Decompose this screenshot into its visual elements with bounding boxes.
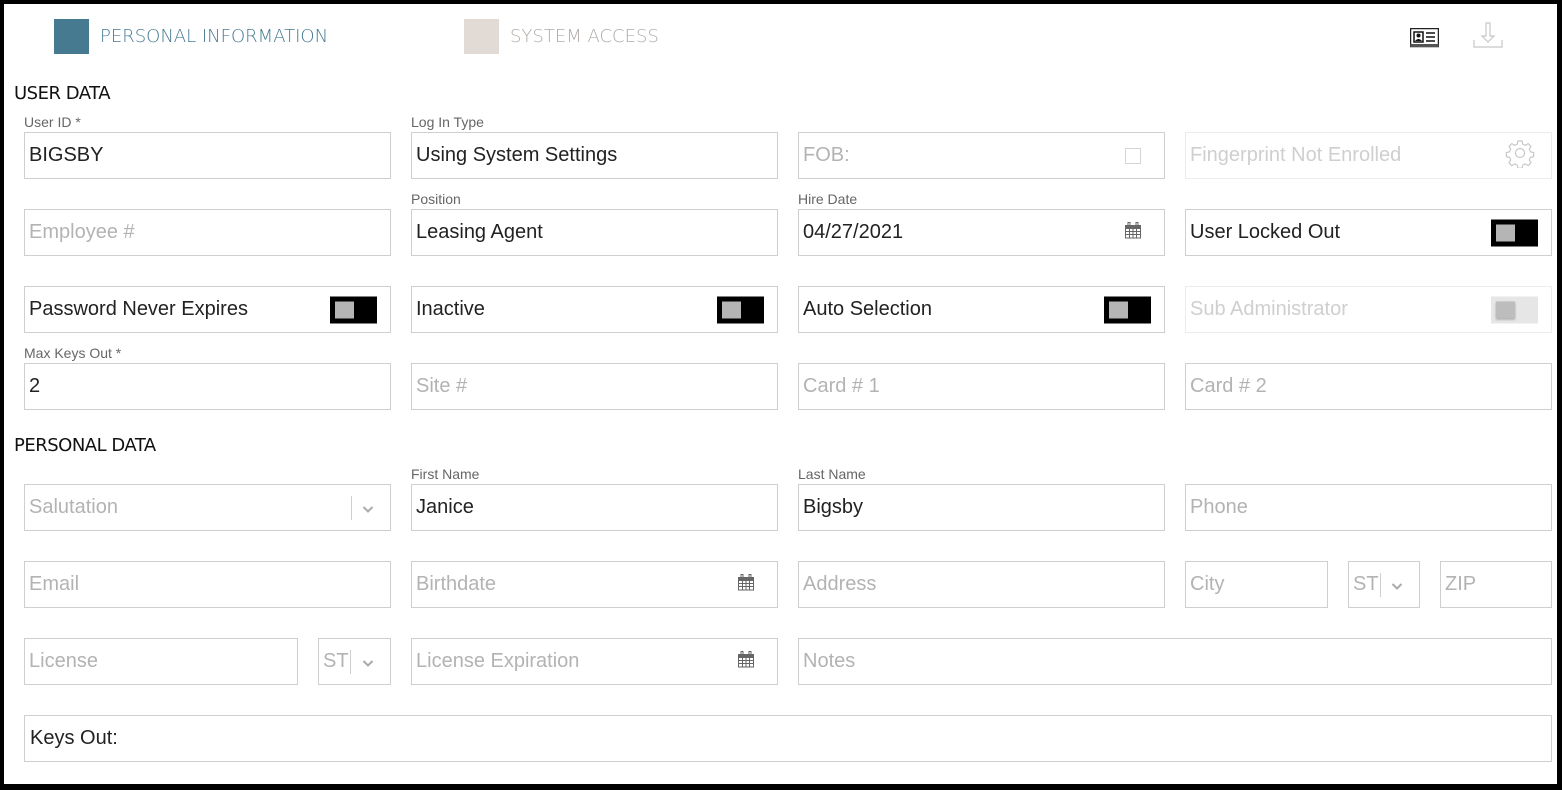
sub-administrator-field: Sub Administrator — [1185, 286, 1552, 333]
email-field[interactable] — [24, 561, 391, 608]
keys-out-field: Keys Out: — [24, 715, 1552, 762]
chevron-down-icon[interactable] — [362, 650, 374, 673]
section-title-personal-data: PERSONAL DATA — [14, 435, 156, 456]
gear-icon[interactable] — [1505, 138, 1535, 174]
chevron-down-icon[interactable] — [362, 496, 374, 519]
personal-information-panel: PERSONAL INFORMATION SYSTEM ACCESS USER … — [4, 4, 1557, 784]
log-in-type-field[interactable]: Using System Settings — [411, 132, 778, 179]
state-placeholder: ST — [1353, 573, 1379, 595]
license-expiration-placeholder: License Expiration — [416, 650, 580, 672]
password-never-expires-field: Password Never Expires — [24, 286, 391, 333]
position-field[interactable]: Leasing Agent — [411, 209, 778, 256]
last-name-label: Last Name — [798, 466, 866, 482]
download-icon[interactable] — [1473, 21, 1503, 49]
last-name-field[interactable]: Bigsby — [798, 484, 1165, 531]
notes-field[interactable] — [798, 638, 1552, 685]
calendar-icon[interactable] — [1124, 221, 1142, 245]
first-name-value: Janice — [416, 496, 474, 518]
keys-out-label: Keys Out: — [30, 727, 118, 749]
inactive-label: Inactive — [416, 298, 485, 320]
user-locked-out-label: User Locked Out — [1190, 221, 1341, 243]
fingerprint-status: Fingerprint Not Enrolled — [1190, 144, 1402, 166]
auto-selection-field: Auto Selection — [798, 286, 1165, 333]
salutation-placeholder: Salutation — [29, 496, 118, 518]
license-expiration-field[interactable]: License Expiration — [411, 638, 778, 685]
user-id-field[interactable]: BIGSBY — [24, 132, 391, 179]
hire-date-field[interactable]: 04/27/2021 — [798, 209, 1165, 256]
select-separator — [351, 496, 352, 520]
license-field[interactable] — [24, 638, 298, 685]
tab-indicator — [464, 18, 499, 54]
inactive-toggle[interactable] — [717, 296, 764, 323]
position-label: Position — [411, 191, 461, 207]
employee-number-input[interactable] — [29, 221, 390, 244]
city-field[interactable] — [1185, 561, 1328, 608]
zip-field[interactable] — [1440, 561, 1552, 608]
user-id-label: User ID * — [24, 114, 81, 130]
zip-input[interactable] — [1445, 573, 1551, 596]
max-keys-out-value: 2 — [29, 375, 41, 397]
tab-label: SYSTEM ACCESS — [510, 25, 659, 47]
user-locked-out-field: User Locked Out — [1185, 209, 1552, 256]
section-title-user-data: USER DATA — [14, 83, 111, 104]
tab-personal-information[interactable]: PERSONAL INFORMATION — [54, 18, 329, 54]
calendar-icon[interactable] — [737, 573, 755, 597]
city-input[interactable] — [1190, 573, 1327, 596]
log-in-type-label: Log In Type — [411, 114, 484, 130]
user-locked-out-toggle[interactable] — [1491, 219, 1538, 246]
log-in-type-value: Using System Settings — [416, 144, 618, 166]
last-name-value: Bigsby — [803, 496, 864, 518]
auto-selection-label: Auto Selection — [803, 298, 932, 320]
card-2-field[interactable] — [1185, 363, 1552, 410]
license-state-placeholder: ST — [323, 650, 349, 672]
password-never-expires-toggle[interactable] — [330, 296, 377, 323]
first-name-field[interactable]: Janice — [411, 484, 778, 531]
hire-date-value: 04/27/2021 — [803, 221, 904, 243]
phone-input[interactable] — [1190, 496, 1551, 519]
select-separator — [1380, 573, 1381, 597]
position-value: Leasing Agent — [416, 221, 543, 243]
card-1-field[interactable] — [798, 363, 1165, 410]
phone-field[interactable] — [1185, 484, 1552, 531]
id-card-icon[interactable] — [1409, 27, 1440, 48]
birthdate-placeholder: Birthdate — [416, 573, 497, 595]
address-field[interactable] — [798, 561, 1165, 608]
card-2-input[interactable] — [1190, 375, 1551, 398]
first-name-label: First Name — [411, 466, 480, 482]
user-id-value: BIGSBY — [29, 144, 104, 166]
site-number-field[interactable] — [411, 363, 778, 410]
license-state-select[interactable]: ST — [318, 638, 391, 685]
employee-number-field[interactable] — [24, 209, 391, 256]
fob-field[interactable]: FOB: — [798, 132, 1165, 179]
address-input[interactable] — [803, 573, 1164, 596]
card-1-input[interactable] — [803, 375, 1164, 398]
hire-date-label: Hire Date — [798, 191, 858, 207]
tab-indicator — [54, 18, 89, 54]
state-select[interactable]: ST — [1348, 561, 1420, 608]
password-never-expires-label: Password Never Expires — [29, 298, 248, 320]
sub-administrator-toggle — [1491, 296, 1538, 323]
email-input[interactable] — [29, 573, 390, 596]
inactive-field: Inactive — [411, 286, 778, 333]
max-keys-out-field[interactable]: 2 — [24, 363, 391, 410]
chevron-down-icon[interactable] — [1391, 573, 1403, 596]
sub-administrator-label: Sub Administrator — [1190, 298, 1348, 320]
notes-input[interactable] — [803, 650, 1551, 673]
fob-checkbox[interactable] — [1125, 147, 1141, 164]
birthdate-field[interactable]: Birthdate — [411, 561, 778, 608]
salutation-select[interactable]: Salutation — [24, 484, 391, 531]
tab-system-access[interactable]: SYSTEM ACCESS — [464, 18, 659, 54]
max-keys-out-label: Max Keys Out * — [24, 345, 122, 361]
auto-selection-toggle[interactable] — [1104, 296, 1151, 323]
fob-label: FOB: — [803, 144, 850, 166]
select-separator — [350, 650, 351, 674]
calendar-icon[interactable] — [737, 650, 755, 674]
site-number-input[interactable] — [416, 375, 777, 398]
tab-label: PERSONAL INFORMATION — [100, 25, 329, 47]
fingerprint-field: Fingerprint Not Enrolled — [1185, 132, 1552, 179]
license-input[interactable] — [29, 650, 297, 673]
